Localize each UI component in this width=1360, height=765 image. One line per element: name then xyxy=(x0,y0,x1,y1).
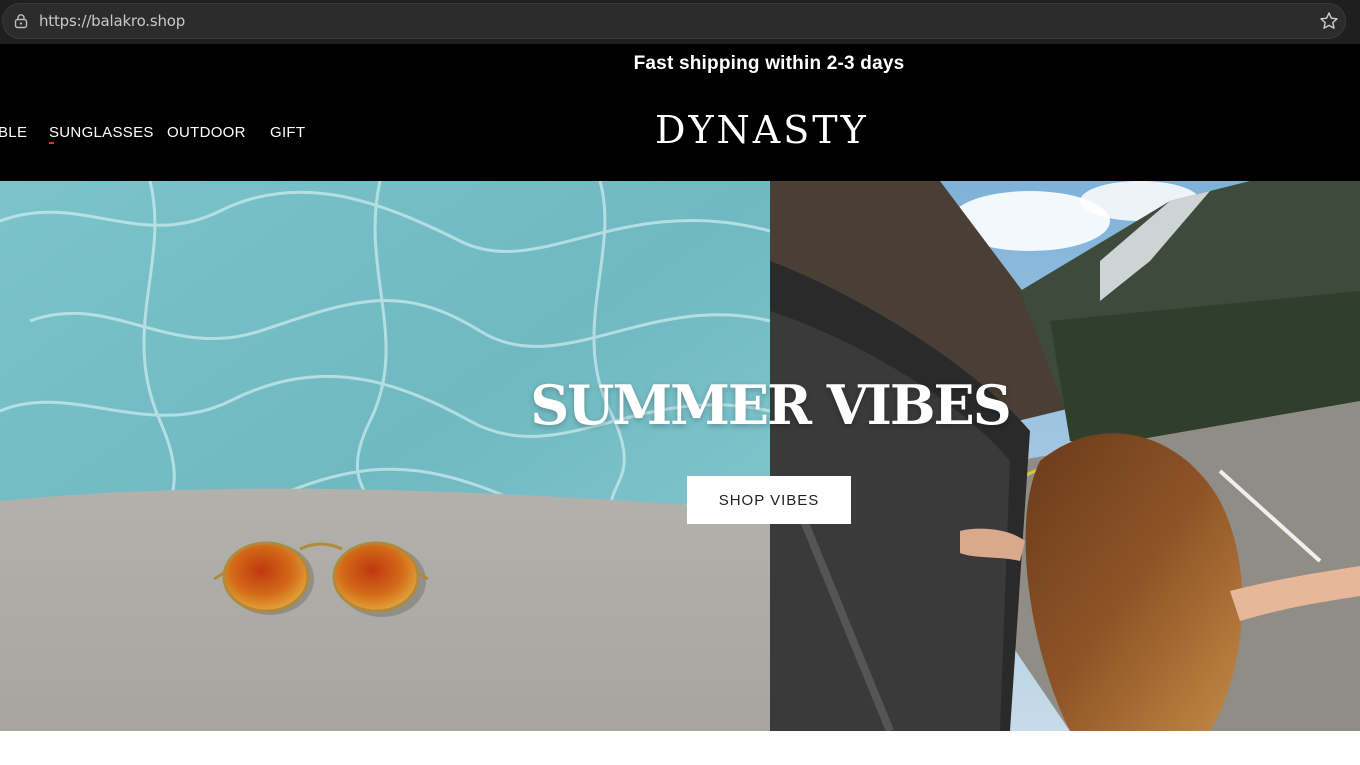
address-bar[interactable]: https://balakro.shop xyxy=(2,3,1346,39)
site-logo[interactable]: DYNASTY xyxy=(655,108,869,152)
url-text[interactable]: https://balakro.shop xyxy=(39,12,185,30)
star-icon[interactable] xyxy=(1319,11,1339,31)
site-header: BLE SUNGLASSES OUTDOOR GIFT DYNASTY xyxy=(0,88,1360,181)
announcement-bar: Fast shipping within 2-3 days xyxy=(0,44,1360,88)
shop-vibes-button[interactable]: SHOP VIBES xyxy=(687,476,851,524)
hero-title: SUMMER VIBES xyxy=(530,373,1011,437)
lock-icon[interactable] xyxy=(13,13,29,29)
nav-item-sunglasses[interactable]: SUNGLASSES xyxy=(49,124,154,144)
browser-toolbar: https://balakro.shop xyxy=(0,0,1360,44)
nav-item-ble[interactable]: BLE xyxy=(0,124,27,141)
nav-item-gift[interactable]: GIFT xyxy=(270,124,305,141)
hero-image-pool-sunglasses xyxy=(0,181,770,731)
announcement-text: Fast shipping within 2-3 days xyxy=(633,53,905,74)
page-content-below-hero xyxy=(0,731,1360,765)
nav-item-outdoor[interactable]: OUTDOOR xyxy=(167,124,246,141)
hero-banner: SUMMER VIBES SHOP VIBES xyxy=(0,181,1360,731)
hero-image-road-trip xyxy=(770,181,1360,731)
